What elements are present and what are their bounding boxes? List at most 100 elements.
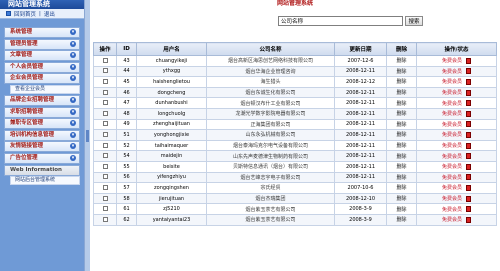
edit-icon[interactable] xyxy=(466,78,471,85)
delete-link[interactable]: 删除 xyxy=(396,207,406,213)
delete-link[interactable]: 删除 xyxy=(396,79,406,85)
sidebar-menu-item[interactable]: 品牌企业招聘管理 ▾ xyxy=(4,94,80,106)
row-checkbox[interactable] xyxy=(102,110,108,116)
row-company: 贝斯特信息通讯（烟台）有限公司 xyxy=(206,160,335,173)
member-status-link[interactable]: 免费会员 xyxy=(442,217,462,223)
chevron-down-icon[interactable]: ▾ xyxy=(70,143,76,150)
member-status-link[interactable]: 免费会员 xyxy=(442,132,462,138)
row-checkbox[interactable] xyxy=(102,57,108,63)
sidebar-subitem[interactable]: 查看企业会员 xyxy=(10,84,80,94)
row-checkbox[interactable] xyxy=(102,100,108,106)
member-status-link[interactable]: 免费会员 xyxy=(442,90,462,96)
edit-icon[interactable] xyxy=(466,89,471,96)
edit-icon[interactable] xyxy=(466,163,471,170)
home-link[interactable]: 回到首页 xyxy=(14,10,36,18)
chevron-down-icon[interactable]: ▾ xyxy=(70,40,76,47)
delete-link[interactable]: 删除 xyxy=(396,101,406,107)
member-status-link[interactable]: 免费会员 xyxy=(442,196,462,202)
delete-link[interactable]: 删除 xyxy=(396,196,406,202)
delete-link[interactable]: 删除 xyxy=(396,111,406,117)
sidebar-menu-item[interactable]: 广告位管理 ▾ xyxy=(4,152,80,164)
delete-link[interactable]: 删除 xyxy=(396,69,406,75)
delete-link[interactable]: 删除 xyxy=(396,58,406,64)
delete-link[interactable]: 删除 xyxy=(396,175,406,181)
sidebar-menu: 系统管理 ▾ 管理员管理 ▾ 文章管理 ▾ 个人会员管理 ▾ 企业会员管理 ▾ 查看企业会员品牌企业… xyxy=(4,27,80,186)
edit-icon[interactable] xyxy=(466,142,471,149)
sidebar-menu-item[interactable]: 系统管理 ▾ xyxy=(4,27,80,38)
chevron-down-icon[interactable]: ▾ xyxy=(70,96,76,103)
row-checkbox[interactable] xyxy=(102,153,108,159)
table-row: 55 beisite 贝斯特信息通讯（烟台）有限公司 2008-12-11 删除 免费会员 xyxy=(93,160,497,173)
chevron-down-icon[interactable]: ▾ xyxy=(70,52,76,59)
row-checkbox[interactable] xyxy=(102,206,108,212)
chevron-down-icon[interactable]: ▾ xyxy=(70,63,76,70)
sidebar-menu-item[interactable]: Web Information xyxy=(4,164,80,176)
member-status-link[interactable]: 免费会员 xyxy=(442,154,462,160)
member-status-link[interactable]: 免费会员 xyxy=(442,101,462,107)
row-checkbox[interactable] xyxy=(102,68,108,74)
row-checkbox[interactable] xyxy=(102,174,108,180)
delete-link[interactable]: 删除 xyxy=(396,143,406,149)
sidebar-subitem[interactable]: 网站后台管理系统 xyxy=(10,176,80,186)
member-status-link[interactable]: 免费会员 xyxy=(442,58,462,64)
edit-icon[interactable] xyxy=(466,57,471,64)
logout-link[interactable]: 退出 xyxy=(44,10,55,18)
sidebar-menu-item[interactable]: 管理员管理 ▾ xyxy=(4,38,80,50)
edit-icon[interactable] xyxy=(466,153,471,160)
row-checkbox[interactable] xyxy=(102,195,108,201)
search-button[interactable]: 搜索 xyxy=(405,16,423,26)
sidebar-menu-item[interactable]: 企业会员管理 ▾ xyxy=(4,73,80,85)
sidebar-menu-item[interactable]: 友情链接管理 ▾ xyxy=(4,141,80,153)
member-status-link[interactable]: 免费会员 xyxy=(442,122,462,128)
row-checkbox[interactable] xyxy=(102,131,108,137)
sidebar-menu-item[interactable]: 培训机构信息管理 ▾ xyxy=(4,129,80,141)
edit-icon[interactable] xyxy=(466,68,471,75)
edit-icon[interactable] xyxy=(466,216,471,223)
delete-link[interactable]: 删除 xyxy=(396,164,406,170)
row-checkbox[interactable] xyxy=(102,163,108,169)
chevron-down-icon[interactable]: ▾ xyxy=(70,29,76,35)
row-checkbox[interactable] xyxy=(102,142,108,148)
delete-link[interactable]: 删除 xyxy=(396,217,406,223)
member-status-link[interactable]: 免费会员 xyxy=(442,185,462,191)
delete-link[interactable]: 删除 xyxy=(396,90,406,96)
delete-link[interactable]: 删除 xyxy=(396,132,406,138)
member-status-link[interactable]: 免费会员 xyxy=(442,111,462,117)
row-checkbox[interactable] xyxy=(102,89,108,95)
member-status-link[interactable]: 免费会员 xyxy=(442,175,462,181)
chevron-down-icon[interactable]: ▾ xyxy=(70,108,76,115)
delete-link[interactable]: 删除 xyxy=(396,154,406,160)
row-checkbox[interactable] xyxy=(102,216,108,222)
member-status-link[interactable]: 免费会员 xyxy=(442,207,462,213)
chevron-down-icon[interactable]: ▾ xyxy=(70,154,76,161)
edit-icon[interactable] xyxy=(466,100,471,107)
edit-icon[interactable] xyxy=(466,121,471,128)
row-checkbox[interactable] xyxy=(102,184,108,190)
row-id: 43 xyxy=(116,55,137,67)
sidebar-menu-item[interactable]: 个人会员管理 ▾ xyxy=(4,61,80,73)
member-status-link[interactable]: 免费会员 xyxy=(442,164,462,170)
chevron-down-icon[interactable]: ▾ xyxy=(70,120,76,127)
chevron-down-icon[interactable]: ▾ xyxy=(70,131,76,138)
edit-icon[interactable] xyxy=(466,195,471,202)
edit-icon[interactable] xyxy=(466,131,471,138)
sidebar-menu-label: 查看企业会员 xyxy=(15,85,46,92)
delete-link[interactable]: 删除 xyxy=(396,185,406,191)
edit-icon[interactable] xyxy=(466,110,471,117)
splitter-grip-icon[interactable] xyxy=(86,130,89,142)
member-status-link[interactable]: 免费会员 xyxy=(442,143,462,149)
edit-icon[interactable] xyxy=(466,206,471,213)
edit-icon[interactable] xyxy=(466,184,471,191)
search-input[interactable] xyxy=(278,16,403,26)
row-company: 正海集团有限公司 xyxy=(206,118,335,131)
sidebar-menu-item[interactable]: 求职招聘管理 ▾ xyxy=(4,106,80,118)
row-checkbox[interactable] xyxy=(102,78,108,84)
sidebar-menu-item[interactable]: 文章管理 ▾ xyxy=(4,50,80,62)
chevron-down-icon[interactable]: ▾ xyxy=(70,75,76,82)
sidebar-menu-item[interactable]: 兼职专区管理 ▾ xyxy=(4,118,80,130)
row-checkbox[interactable] xyxy=(102,121,108,127)
edit-icon[interactable] xyxy=(466,174,471,181)
member-status-link[interactable]: 免费会员 xyxy=(442,79,462,85)
delete-link[interactable]: 删除 xyxy=(396,122,406,128)
member-status-link[interactable]: 免费会员 xyxy=(442,69,462,75)
